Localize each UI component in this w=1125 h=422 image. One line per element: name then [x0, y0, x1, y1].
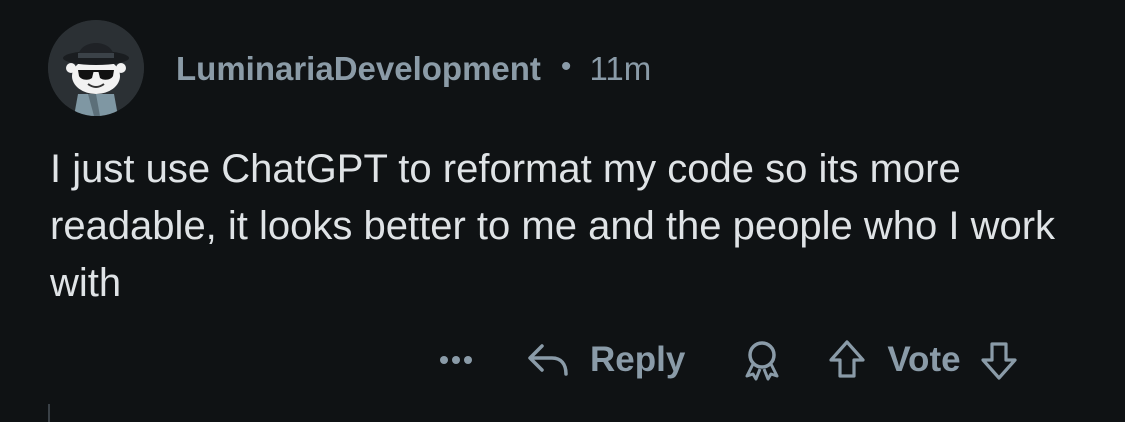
- award-icon: [745, 341, 779, 381]
- vote-label: Vote: [887, 340, 961, 379]
- avatar[interactable]: [48, 20, 144, 116]
- author-name[interactable]: LuminariaDevelopment: [176, 50, 541, 88]
- reply-button[interactable]: Reply: [526, 340, 685, 380]
- vote-control: Vote: [827, 338, 1018, 382]
- award-button[interactable]: [741, 338, 783, 382]
- comment-header: LuminariaDevelopment • 11m: [176, 46, 651, 92]
- action-bar: Reply Vote: [440, 334, 1019, 386]
- comment: LuminariaDevelopment • 11m I just use Ch…: [0, 0, 1125, 422]
- comment-body: I just use ChatGPT to reformat my code s…: [50, 147, 1056, 305]
- thread-line[interactable]: [48, 404, 50, 422]
- reply-label: Reply: [590, 340, 686, 379]
- snoo-avatar-icon: [48, 20, 144, 116]
- meta-separator: •: [560, 50, 572, 83]
- arrow-up-icon[interactable]: [827, 338, 867, 382]
- ellipsis-icon: [440, 356, 448, 364]
- arrow-down-icon[interactable]: [979, 338, 1019, 382]
- reply-arrow-icon: [528, 344, 568, 376]
- more-options-button[interactable]: [440, 340, 472, 380]
- timestamp: 11m: [589, 50, 652, 87]
